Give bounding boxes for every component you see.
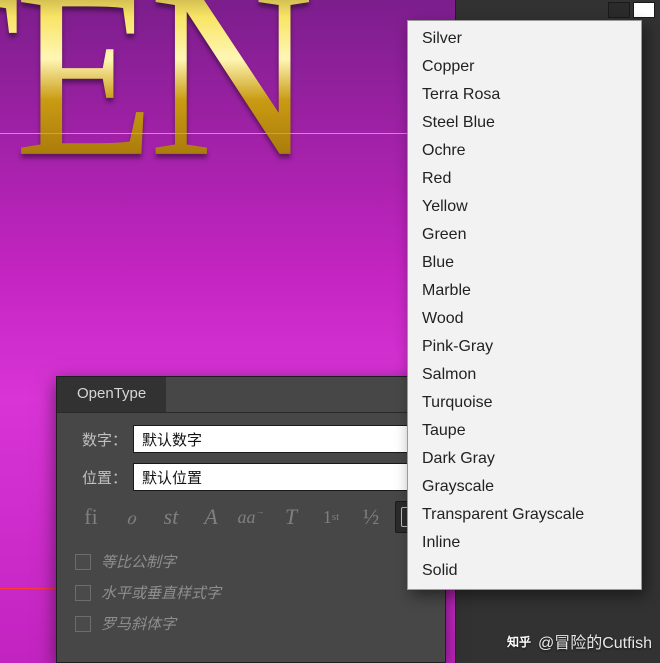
artwork-text: TEN: [0, 0, 309, 212]
check-hv-style[interactable]: 水平或垂直样式字: [75, 582, 431, 603]
position-value: 默认位置: [142, 467, 202, 488]
tab-opentype[interactable]: OpenType: [57, 377, 166, 412]
zhihu-logo-icon: 知乎: [506, 634, 532, 648]
figure-row: 数字： 默认数字: [71, 425, 431, 453]
dropdown-item[interactable]: Pink-Gray: [408, 333, 641, 361]
dropdown-item[interactable]: Copper: [408, 53, 641, 81]
swash-icon[interactable]: ℴ: [115, 501, 147, 533]
bevel-material-dropdown[interactable]: Silver Copper Terra Rosa Steel Blue Ochr…: [407, 20, 642, 590]
check-proportional-metrics[interactable]: 等比公制字: [75, 551, 431, 572]
dropdown-item[interactable]: Solid: [408, 557, 641, 585]
check-label: 等比公制字: [101, 551, 176, 572]
checkbox-icon: [75, 585, 91, 601]
ordinals-icon[interactable]: 1st: [315, 501, 347, 533]
dropdown-item[interactable]: Grayscale: [408, 473, 641, 501]
ligature-icon[interactable]: fi: [75, 501, 107, 533]
position-row: 位置： 默认位置: [71, 463, 431, 491]
dropdown-item[interactable]: Salmon: [408, 361, 641, 389]
watermark-text: @冒险的Cutfish: [538, 629, 652, 653]
position-label: 位置：: [71, 467, 127, 488]
checkbox-icon: [75, 616, 91, 632]
swatch-row: [608, 2, 655, 18]
dropdown-item[interactable]: Blue: [408, 249, 641, 277]
dropdown-item[interactable]: Green: [408, 221, 641, 249]
dropdown-item[interactable]: Ochre: [408, 137, 641, 165]
figure-select[interactable]: 默认数字: [133, 425, 431, 453]
check-roman-italics[interactable]: 罗马斜体字: [75, 613, 431, 634]
dropdown-item[interactable]: Marble: [408, 277, 641, 305]
dropdown-item[interactable]: Silver: [408, 25, 641, 53]
small-caps-icon[interactable]: aa→: [235, 501, 267, 533]
opentype-panel: OpenType 数字： 默认数字 位置： 默认位置 fi ℴ st A aa→…: [56, 376, 446, 663]
stylistic-set-icon[interactable]: st: [155, 501, 187, 533]
panel-tabs: OpenType: [57, 377, 445, 413]
contextual-alt-icon[interactable]: A: [195, 501, 227, 533]
swatch-dark[interactable]: [608, 2, 630, 18]
guide-line-cyan: [0, 133, 455, 134]
dropdown-item[interactable]: Steel Blue: [408, 109, 641, 137]
opentype-body: 数字： 默认数字 位置： 默认位置 fi ℴ st A aa→ T 1st ½ …: [57, 413, 445, 662]
figure-label: 数字：: [71, 429, 127, 450]
check-label: 罗马斜体字: [101, 613, 176, 634]
position-select[interactable]: 默认位置: [133, 463, 431, 491]
dropdown-item[interactable]: Transparent Grayscale: [408, 501, 641, 529]
opentype-icon-row: fi ℴ st A aa→ T 1st ½ a.: [71, 501, 431, 533]
opentype-checks: 等比公制字 水平或垂直样式字 罗马斜体字: [71, 551, 431, 634]
dropdown-item[interactable]: Terra Rosa: [408, 81, 641, 109]
dropdown-item[interactable]: Yellow: [408, 193, 641, 221]
dropdown-item[interactable]: Wood: [408, 305, 641, 333]
checkbox-icon: [75, 554, 91, 570]
dropdown-item[interactable]: Taupe: [408, 417, 641, 445]
dropdown-item[interactable]: Red: [408, 165, 641, 193]
titling-icon[interactable]: T: [275, 501, 307, 533]
swatch-white[interactable]: [633, 2, 655, 18]
dropdown-item[interactable]: Turquoise: [408, 389, 641, 417]
dropdown-item[interactable]: Dark Gray: [408, 445, 641, 473]
fractions-icon[interactable]: ½: [355, 501, 387, 533]
figure-value: 默认数字: [142, 429, 202, 450]
dropdown-item[interactable]: Inline: [408, 529, 641, 557]
check-label: 水平或垂直样式字: [101, 582, 221, 603]
watermark: 知乎 @冒险的Cutfish: [506, 629, 652, 653]
